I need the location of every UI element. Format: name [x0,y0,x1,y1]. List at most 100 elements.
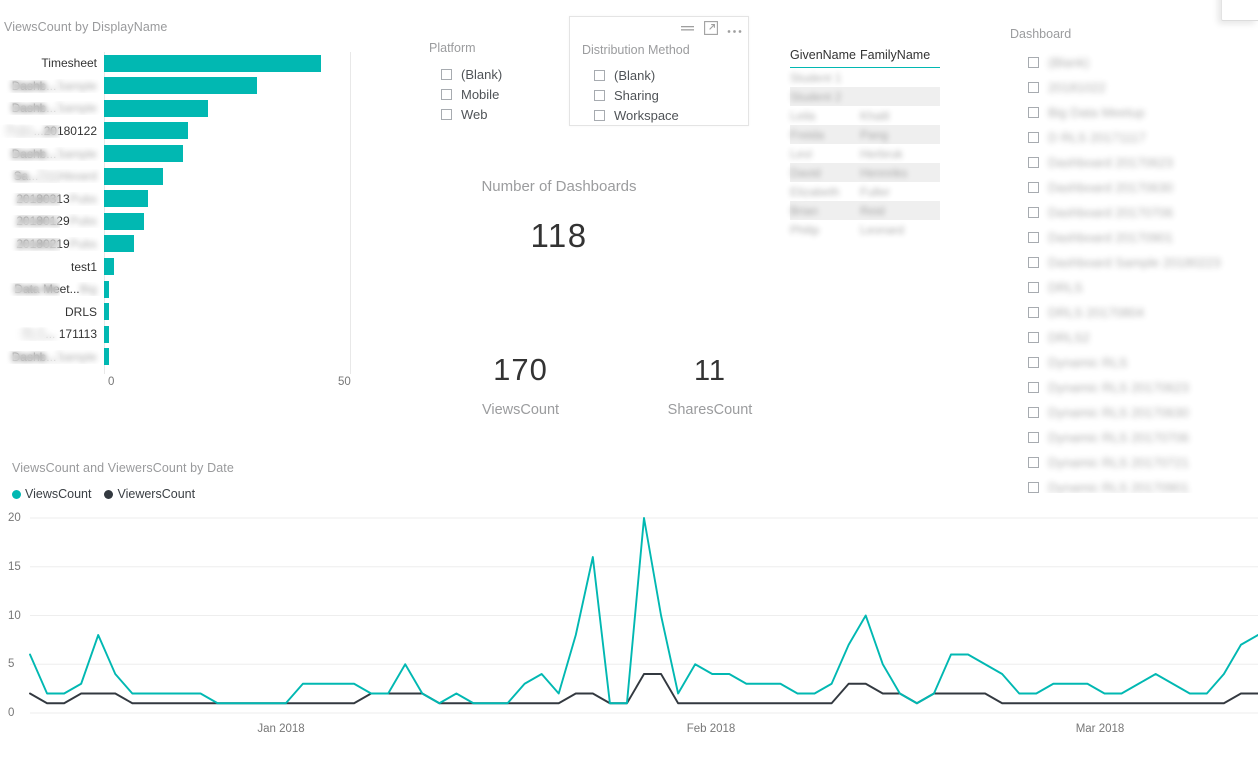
slicer-item[interactable]: DRLS 20170804 [1028,300,1250,325]
checkbox-icon[interactable] [441,108,452,120]
dashboard-slicer-scrollbar[interactable] [1243,51,1248,491]
bar-row[interactable]: 20180219Pubs [0,233,372,256]
legend-item-viewerscount[interactable]: ViewersCount [104,487,195,501]
legend-item-viewscount[interactable]: ViewsCount [12,487,91,501]
slicer-item[interactable]: Dynamic RLS 20170630 [1028,400,1250,425]
distribution-method-slicer[interactable]: Distribution Method (Blank) Sharing Worksp… [569,16,749,126]
slicer-item[interactable]: (Blank) [441,64,549,84]
bar-fill[interactable] [104,54,322,72]
checkbox-icon[interactable] [441,68,452,80]
slicer-item[interactable]: DRLS [1028,275,1250,300]
table-row[interactable]: Student 2 [790,87,940,106]
checkbox-icon[interactable] [1028,382,1039,393]
bar-fill[interactable] [104,144,184,162]
bar-row[interactable]: Dashb...Sample [0,97,372,120]
slicer-item[interactable]: Dashboard 20170623 [1028,150,1250,175]
table-row[interactable]: Brian Reid [790,201,940,220]
slicer-item[interactable]: (Blank) [1028,50,1250,75]
table-row[interactable]: Student 1 [790,68,940,87]
kpi-card-views-count[interactable]: 170 ViewsCount [438,352,603,418]
bar-fill[interactable] [104,190,149,208]
bar-row[interactable]: Sa...Dashboard [0,165,372,188]
slicer-item[interactable]: Dashboard 20170706 [1028,200,1250,225]
bar-fill[interactable] [104,348,109,366]
checkbox-icon[interactable] [594,89,605,101]
table-row[interactable]: Levi Herbruk [790,144,940,163]
bar-fill[interactable] [104,212,144,230]
slicer-item[interactable]: Dashboard Sample 20180223 [1028,250,1250,275]
slicer-item[interactable]: 20181022 [1028,75,1250,100]
slicer-item[interactable]: Dynamic RLS 20170706 [1028,425,1250,450]
checkbox-icon[interactable] [1028,357,1039,368]
table-row[interactable]: Leila Khalil [790,106,940,125]
checkbox-icon[interactable] [1028,282,1039,293]
bar-row[interactable]: Dashb...Sample [0,75,372,98]
bar-fill[interactable] [104,257,114,275]
cell-familyname: Pang [860,127,889,142]
checkbox-icon[interactable] [1028,57,1039,68]
column-header-familyname[interactable]: FamilyName [860,48,940,62]
focus-mode-icon[interactable] [704,20,718,40]
checkbox-icon[interactable] [1028,257,1039,268]
checkbox-icon[interactable] [594,109,605,121]
slicer-item[interactable]: (Blank) [594,65,679,85]
table-row[interactable]: Freida Pang [790,125,940,144]
kpi-card-number-of-dashboards[interactable]: Number of Dashboards 118 [429,178,689,255]
table-row[interactable]: David Hennriks [790,163,940,182]
bar-row[interactable]: 20180313Pubs [0,188,372,211]
checkbox-icon[interactable] [1028,432,1039,443]
slicer-item[interactable]: Big Data Meetup [1028,100,1250,125]
table-row[interactable]: Philip Leonard [790,220,940,239]
bar-fill[interactable] [104,99,208,117]
filter-icon[interactable] [680,21,695,39]
slicer-item[interactable]: Dynamic RLS [1028,350,1250,375]
more-options-icon[interactable] [727,21,742,39]
table-row[interactable]: Elizabeth Fuller [790,182,940,201]
slicer-item[interactable]: Sharing [594,85,679,105]
checkbox-icon[interactable] [1028,182,1039,193]
checkbox-icon[interactable] [594,69,605,81]
slicer-item[interactable]: Dashboard 20170630 [1028,175,1250,200]
bar-row[interactable]: 20180129Pubs [0,210,372,233]
platform-slicer[interactable]: Platform (Blank) Mobile Web [429,41,549,124]
given-family-name-table[interactable]: GivenName FamilyName Student 1 Student 2 L… [790,48,940,239]
checkbox-icon[interactable] [1028,82,1039,93]
column-header-givenname[interactable]: GivenName [790,48,860,62]
bar-row[interactable]: test1 [0,255,372,278]
checkbox-icon[interactable] [441,88,452,100]
views-by-displayname-bar-chart[interactable]: ViewsCount by DisplayName Timesheet Dash… [0,16,372,406]
bar-fill[interactable] [104,280,109,298]
views-viewers-by-date-line-chart[interactable]: ViewsCount and ViewersCount by Date View… [0,458,1258,758]
bar-fill[interactable] [104,303,109,321]
checkbox-icon[interactable] [1028,332,1039,343]
slicer-item[interactable]: Dynamic RLS 20170623 [1028,375,1250,400]
slicer-item[interactable]: D RLS 20171117 [1028,125,1250,150]
checkbox-icon[interactable] [1028,157,1039,168]
bar-row[interactable]: DRLS [0,301,372,324]
bar-fill[interactable] [104,122,188,140]
slicer-item[interactable]: Dashboard 20170901 [1028,225,1250,250]
bar-row[interactable]: Dashb...Sample [0,142,372,165]
bar-row[interactable]: 171113 ...RLS [0,323,372,346]
line-series-viewerscount[interactable] [29,673,1258,705]
bar-fill[interactable] [104,325,109,343]
kpi-card-shares-count[interactable]: 11 SharesCount [640,355,780,418]
bar-fill[interactable] [104,167,164,185]
bar-row[interactable]: 20180122...Pubs [0,120,372,143]
dashboard-slicer[interactable]: Dashboard (Blank) 20181022 Big Data Meetup… [1010,27,1250,493]
checkbox-icon[interactable] [1028,207,1039,218]
slicer-item[interactable]: DRLS2 [1028,325,1250,350]
bar-fill[interactable] [104,77,258,95]
checkbox-icon[interactable] [1028,107,1039,118]
slicer-item[interactable]: Mobile [441,84,549,104]
bar-row[interactable]: Dashb...Sample [0,346,372,369]
bar-row[interactable]: Data Meet...Big [0,278,372,301]
checkbox-icon[interactable] [1028,232,1039,243]
checkbox-icon[interactable] [1028,407,1039,418]
slicer-item[interactable]: Workspace [594,105,679,125]
slicer-item[interactable]: Web [441,104,549,124]
checkbox-icon[interactable] [1028,132,1039,143]
bar-row[interactable]: Timesheet [0,52,372,75]
bar-fill[interactable] [104,235,134,253]
checkbox-icon[interactable] [1028,307,1039,318]
